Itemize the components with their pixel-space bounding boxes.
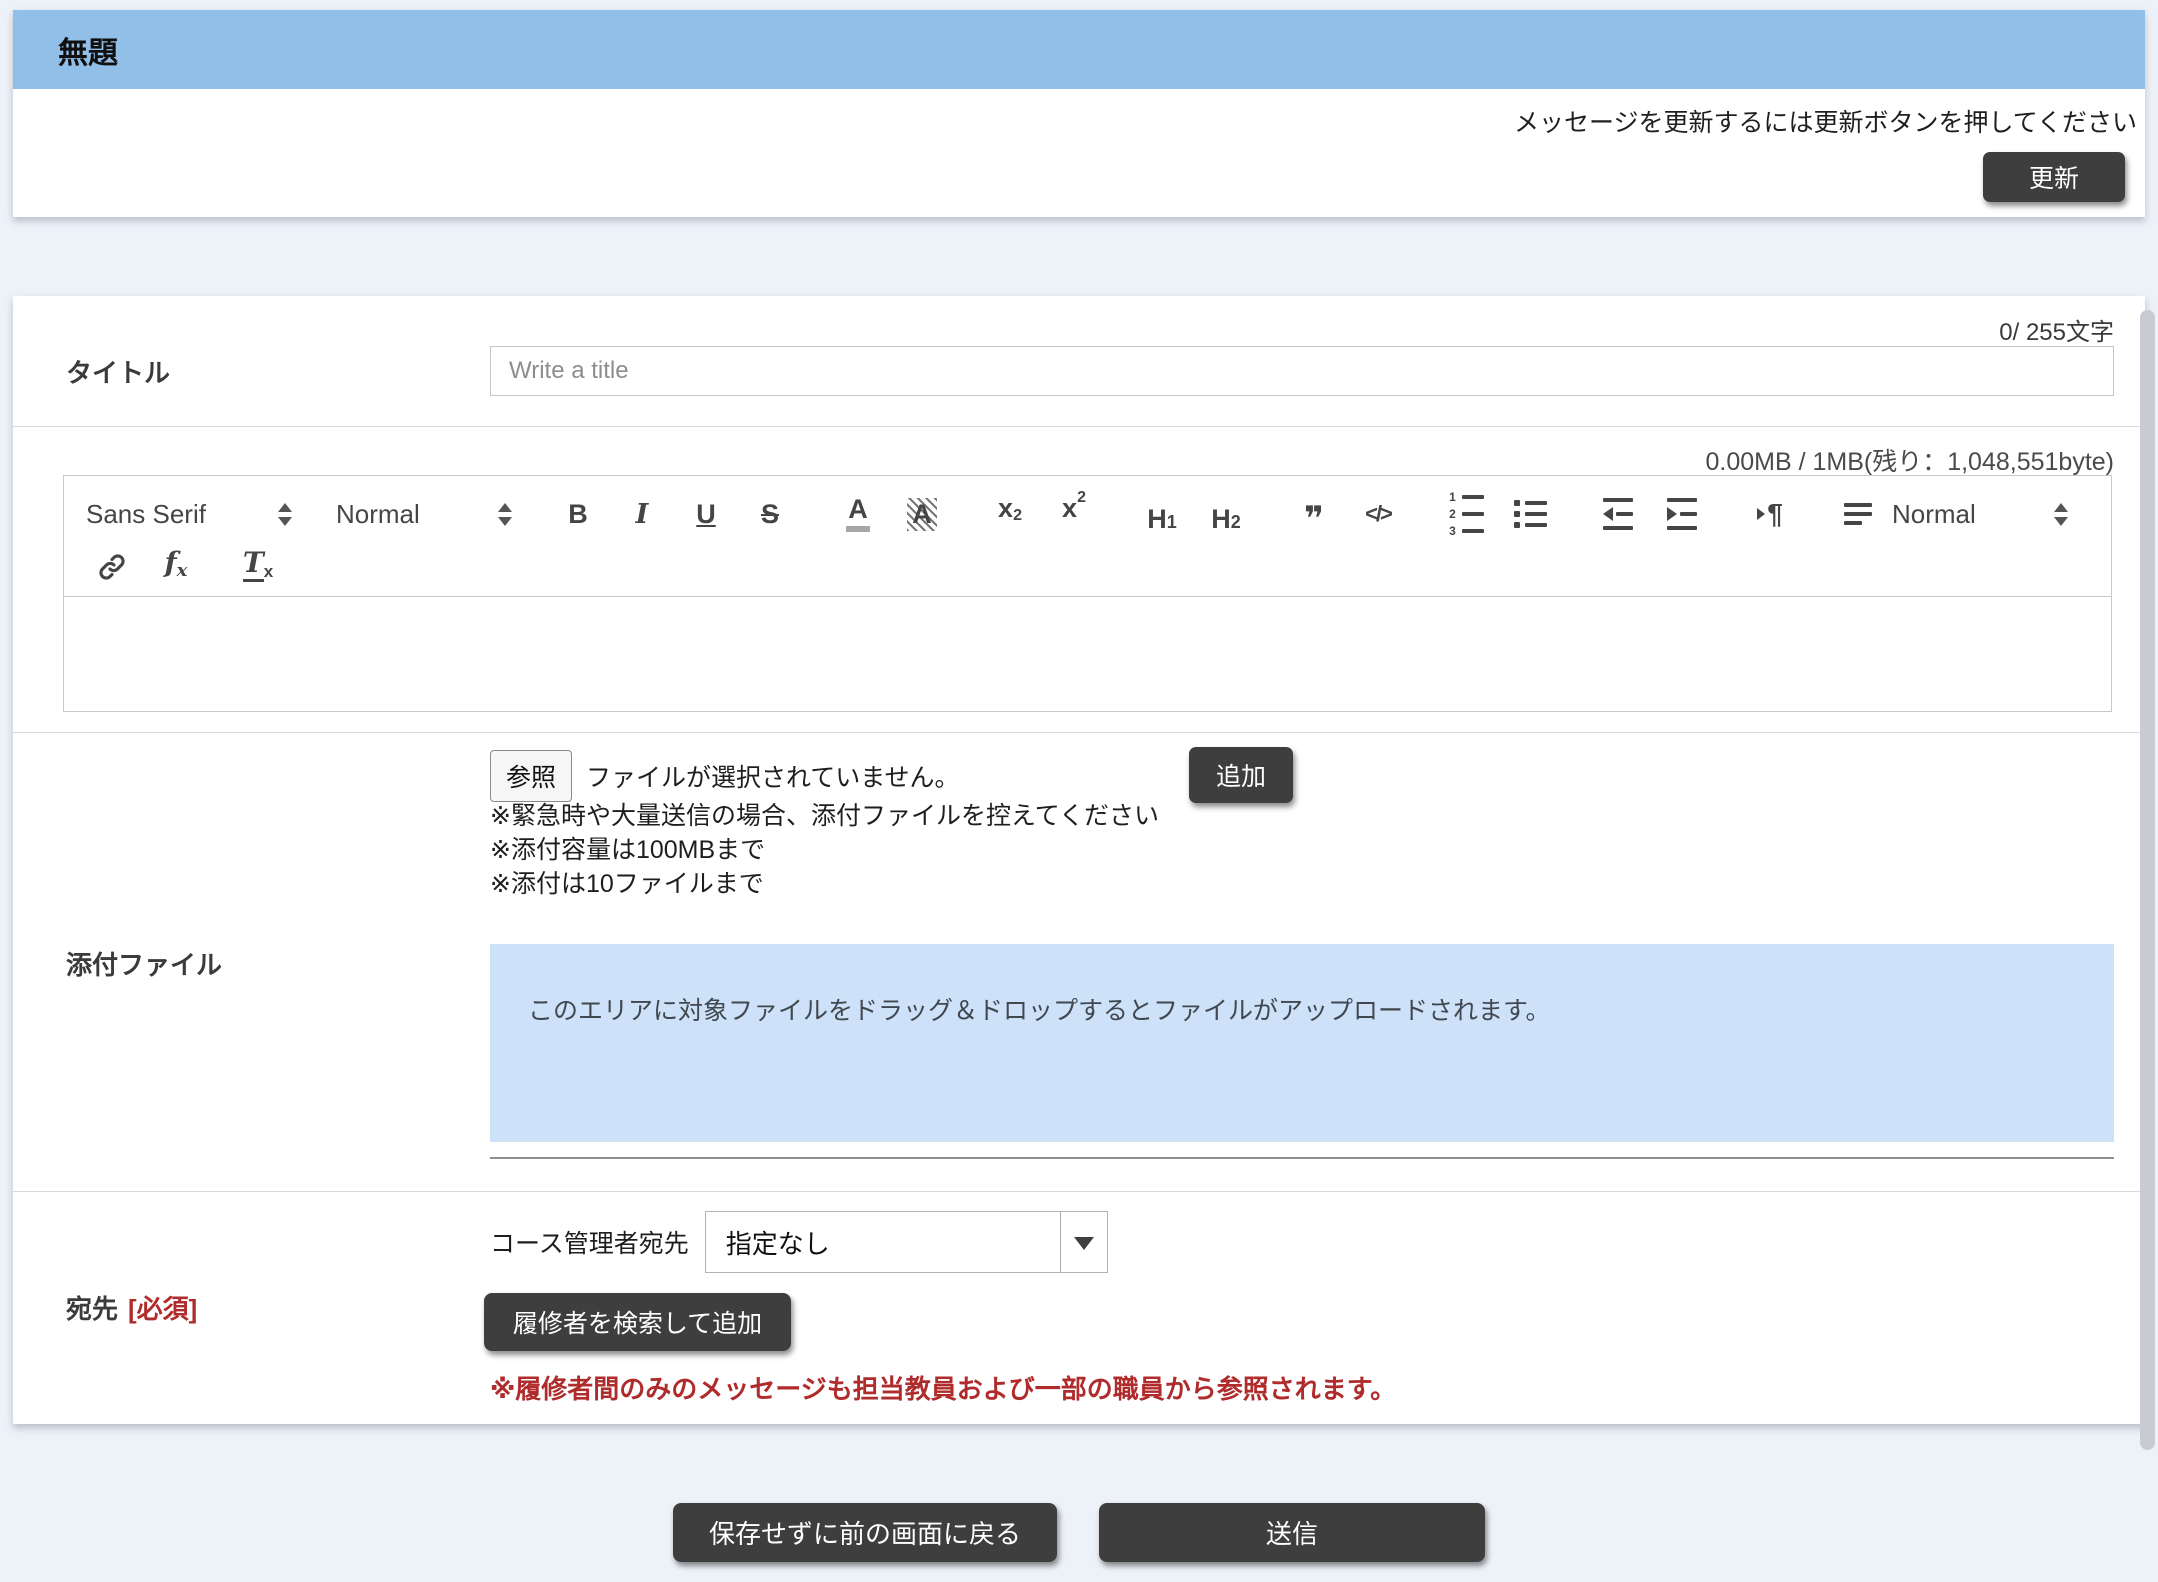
list-group: 1 2 3 <box>1444 493 1552 535</box>
format-group: B I U S <box>556 493 792 535</box>
page-title: 無題 <box>58 28 118 72</box>
underline-icon[interactable]: U <box>684 493 728 535</box>
attachments-row: 参照 ファイルが選択されていません。 追加 ※緊急時や大量送信の場合、添付ファイ… <box>13 733 2145 1192</box>
attachment-notes: ※緊急時や大量送信の場合、添付ファイルを控えてください ※添付容量は100MBま… <box>490 799 1159 901</box>
background-color-icon[interactable]: A <box>900 493 944 535</box>
heading1-icon[interactable]: H1 <box>1140 493 1184 535</box>
add-attachment-button[interactable]: 追加 <box>1189 747 1293 803</box>
message-size-info: 0.00MB / 1MB(残り：1,048,551byte) <box>1705 442 2114 478</box>
attachment-note: ※緊急時や大量送信の場合、添付ファイルを控えてください <box>490 799 1159 833</box>
ordered-list-icon[interactable]: 1 2 3 <box>1444 493 1488 535</box>
select-divider <box>1060 1212 1061 1272</box>
no-file-selected-text: ファイルが選択されていません。 <box>586 758 960 794</box>
message-title-bar: 無題 <box>13 10 2145 89</box>
dropzone-text: このエリアに対象ファイルをドラッグ＆ドロップするとファイルがアップロードされます… <box>528 997 1551 1025</box>
updown-arrows-icon <box>498 503 512 526</box>
font-family-select[interactable]: Sans Serif <box>86 499 292 530</box>
update-instruction-text: メッセージを更新するには更新ボタンを押してください <box>13 89 2145 139</box>
heading-group: H1 H2 <box>1140 493 1248 535</box>
attachments-label: 添付ファイル <box>66 945 222 982</box>
text-color-icon[interactable]: A <box>836 493 880 535</box>
subscript-icon[interactable]: x2 <box>988 493 1032 535</box>
outdent-icon[interactable] <box>1596 493 1640 535</box>
script-group: x2 x2 <box>988 493 1096 535</box>
update-button[interactable]: 更新 <box>1983 152 2125 202</box>
blockquote-icon[interactable]: ❞ <box>1292 493 1336 535</box>
send-button[interactable]: 送信 <box>1099 1503 1485 1562</box>
indent-icon[interactable] <box>1660 493 1704 535</box>
insert-group: fx Tx <box>90 546 280 588</box>
title-label: タイトル <box>66 353 170 390</box>
bold-icon[interactable]: B <box>556 493 600 535</box>
attachment-note: ※添付容量は100MBまで <box>490 833 1159 867</box>
file-dropzone[interactable]: このエリアに対象ファイルをドラッグ＆ドロップするとファイルがアップロードされます… <box>490 944 2114 1142</box>
block-group: ❞ </> <box>1292 493 1400 535</box>
course-admin-row: コース管理者宛先 指定なし <box>490 1211 1108 1273</box>
course-admin-label: コース管理者宛先 <box>490 1224 689 1260</box>
required-badge: [必須] <box>128 1294 197 1324</box>
bullet-list-icon[interactable] <box>1508 493 1552 535</box>
font-size-select[interactable]: Normal <box>1892 499 2068 530</box>
title-row: 0/ 255文字 タイトル <box>13 296 2145 427</box>
italic-icon[interactable]: I <box>620 493 664 535</box>
updown-arrows-icon <box>278 503 292 526</box>
direction-group: ¶ <box>1748 493 1792 535</box>
browse-file-button[interactable]: 参照 <box>490 750 572 802</box>
code-block-icon[interactable]: </> <box>1356 493 1400 535</box>
rich-text-editor: Sans Serif Normal B I U S A <box>63 475 2112 712</box>
heading2-icon[interactable]: H2 <box>1204 493 1248 535</box>
message-header-panel: 無題 メッセージを更新するには更新ボタンを押してください 更新 <box>13 10 2145 217</box>
formula-icon[interactable]: fx <box>154 546 198 588</box>
recipients-label-text: 宛先 <box>66 1294 118 1324</box>
color-group: A A <box>836 493 944 535</box>
recipients-row: コース管理者宛先 指定なし 宛先 [必須] 履修者を検索して追加 ※履修者間のみの… <box>13 1192 2145 1424</box>
text-direction-icon[interactable]: ¶ <box>1748 493 1792 535</box>
indent-group <box>1596 493 1704 535</box>
message-body-editor[interactable] <box>64 597 2111 707</box>
editor-toolbar: Sans Serif Normal B I U S A <box>64 476 2111 597</box>
toolbar-row-2: fx Tx <box>86 544 2097 590</box>
clear-formatting-icon[interactable]: Tx <box>236 546 280 588</box>
paragraph-style-select[interactable]: Normal <box>336 499 512 530</box>
message-form-panel: 0/ 255文字 タイトル 0.00MB / 1MB(残り：1,048,551b… <box>13 296 2145 1424</box>
superscript-icon[interactable]: x2 <box>1052 493 1096 535</box>
editor-row: 0.00MB / 1MB(残り：1,048,551byte) Sans Seri… <box>13 427 2145 733</box>
course-admin-selected-value: 指定なし <box>706 1224 830 1261</box>
chevron-down-icon <box>1074 1237 1094 1250</box>
file-select-row: 参照 ファイルが選択されていません。 <box>490 750 960 802</box>
strikethrough-icon[interactable]: S <box>748 493 792 535</box>
back-without-saving-button[interactable]: 保存せずに前の画面に戻る <box>673 1503 1057 1562</box>
recipients-label: 宛先 [必須] <box>66 1289 197 1326</box>
title-char-counter: 0/ 255文字 <box>1999 312 2114 347</box>
update-button-row: 更新 <box>13 139 2145 202</box>
align-group <box>1836 493 1880 535</box>
dropzone-underline <box>490 1157 2114 1159</box>
attachment-note: ※添付は10ファイルまで <box>490 867 1159 901</box>
footer-actions: 保存せずに前の画面に戻る 送信 <box>0 1503 2158 1562</box>
search-students-button[interactable]: 履修者を検索して追加 <box>484 1293 791 1351</box>
font-family-value: Sans Serif <box>86 499 206 530</box>
link-icon[interactable] <box>90 546 134 588</box>
recipients-warning-text: ※履修者間のみのメッセージも担当教員および一部の職員から参照されます。 <box>490 1369 1396 1406</box>
vertical-scrollbar[interactable] <box>2140 310 2155 1450</box>
toolbar-row-1: Sans Serif Normal B I U S A <box>86 484 2097 544</box>
font-size-value: Normal <box>1892 499 1976 530</box>
updown-arrows-icon <box>2054 503 2068 526</box>
align-icon[interactable] <box>1836 493 1880 535</box>
paragraph-style-value: Normal <box>336 499 420 530</box>
course-admin-select[interactable]: 指定なし <box>705 1211 1108 1273</box>
title-input[interactable] <box>490 346 2114 396</box>
